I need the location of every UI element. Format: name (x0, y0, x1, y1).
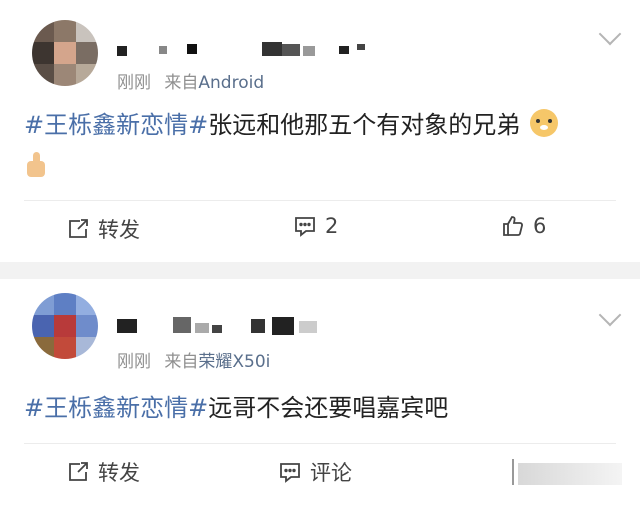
post-time: 刚刚 (117, 73, 151, 93)
topic-link[interactable]: #王栎鑫新恋情# (24, 111, 208, 139)
post-source: 荣耀X50i (198, 352, 271, 372)
like-button[interactable] (512, 459, 622, 485)
weibo-post: 刚刚 来自荣耀X50i #王栎鑫新恋情#远哥不会还要唱嘉宾吧 转发 评论 (0, 279, 640, 508)
weibo-post: 刚刚 来自Android #王栎鑫新恋情#张远和他那五个有对象的兄弟 转发 2 … (0, 0, 640, 262)
comment-label: 评论 (310, 461, 352, 485)
comment-button[interactable]: 评论 (278, 457, 352, 487)
comment-count: 2 (325, 214, 339, 238)
comment-button[interactable]: 2 (293, 214, 338, 238)
source-prefix: 来自 (164, 352, 199, 372)
post-source: Android (198, 73, 265, 93)
username-redacted[interactable] (117, 42, 377, 60)
post-time: 刚刚 (117, 352, 151, 372)
like-count: 6 (533, 214, 547, 238)
post-content: #王栎鑫新恋情#远哥不会还要唱嘉宾吧 (24, 387, 616, 429)
share-button[interactable]: 转发 (66, 214, 140, 244)
divider (24, 200, 616, 201)
post-text: 张远和他那五个有对象的兄弟 (208, 111, 521, 139)
share-button[interactable]: 转发 (66, 457, 140, 487)
share-icon (69, 462, 88, 481)
thumbs-up-emoji-icon (24, 151, 48, 179)
post-text: 远哥不会还要唱嘉宾吧 (208, 394, 449, 422)
avatar[interactable] (32, 20, 98, 86)
share-icon (69, 219, 88, 238)
avatar[interactable] (32, 293, 98, 359)
username-redacted[interactable] (117, 317, 327, 335)
chevron-down-icon[interactable] (598, 303, 622, 327)
post-content: #王栎鑫新恋情#张远和他那五个有对象的兄弟 (24, 104, 616, 188)
doge-emoji-icon (529, 109, 558, 137)
source-prefix: 来自 (164, 73, 199, 93)
thumbs-up-icon (503, 216, 523, 236)
share-label: 转发 (98, 461, 140, 485)
comment-icon (280, 463, 300, 483)
like-icon-faded (512, 459, 622, 485)
chevron-down-icon[interactable] (598, 22, 622, 46)
divider (24, 443, 616, 444)
like-button[interactable]: 6 (501, 214, 546, 238)
topic-link[interactable]: #王栎鑫新恋情# (24, 394, 208, 422)
share-label: 转发 (98, 218, 140, 242)
post-meta: 刚刚 来自Android (117, 68, 264, 93)
comment-icon (295, 217, 315, 237)
post-meta: 刚刚 来自荣耀X50i (117, 347, 270, 372)
